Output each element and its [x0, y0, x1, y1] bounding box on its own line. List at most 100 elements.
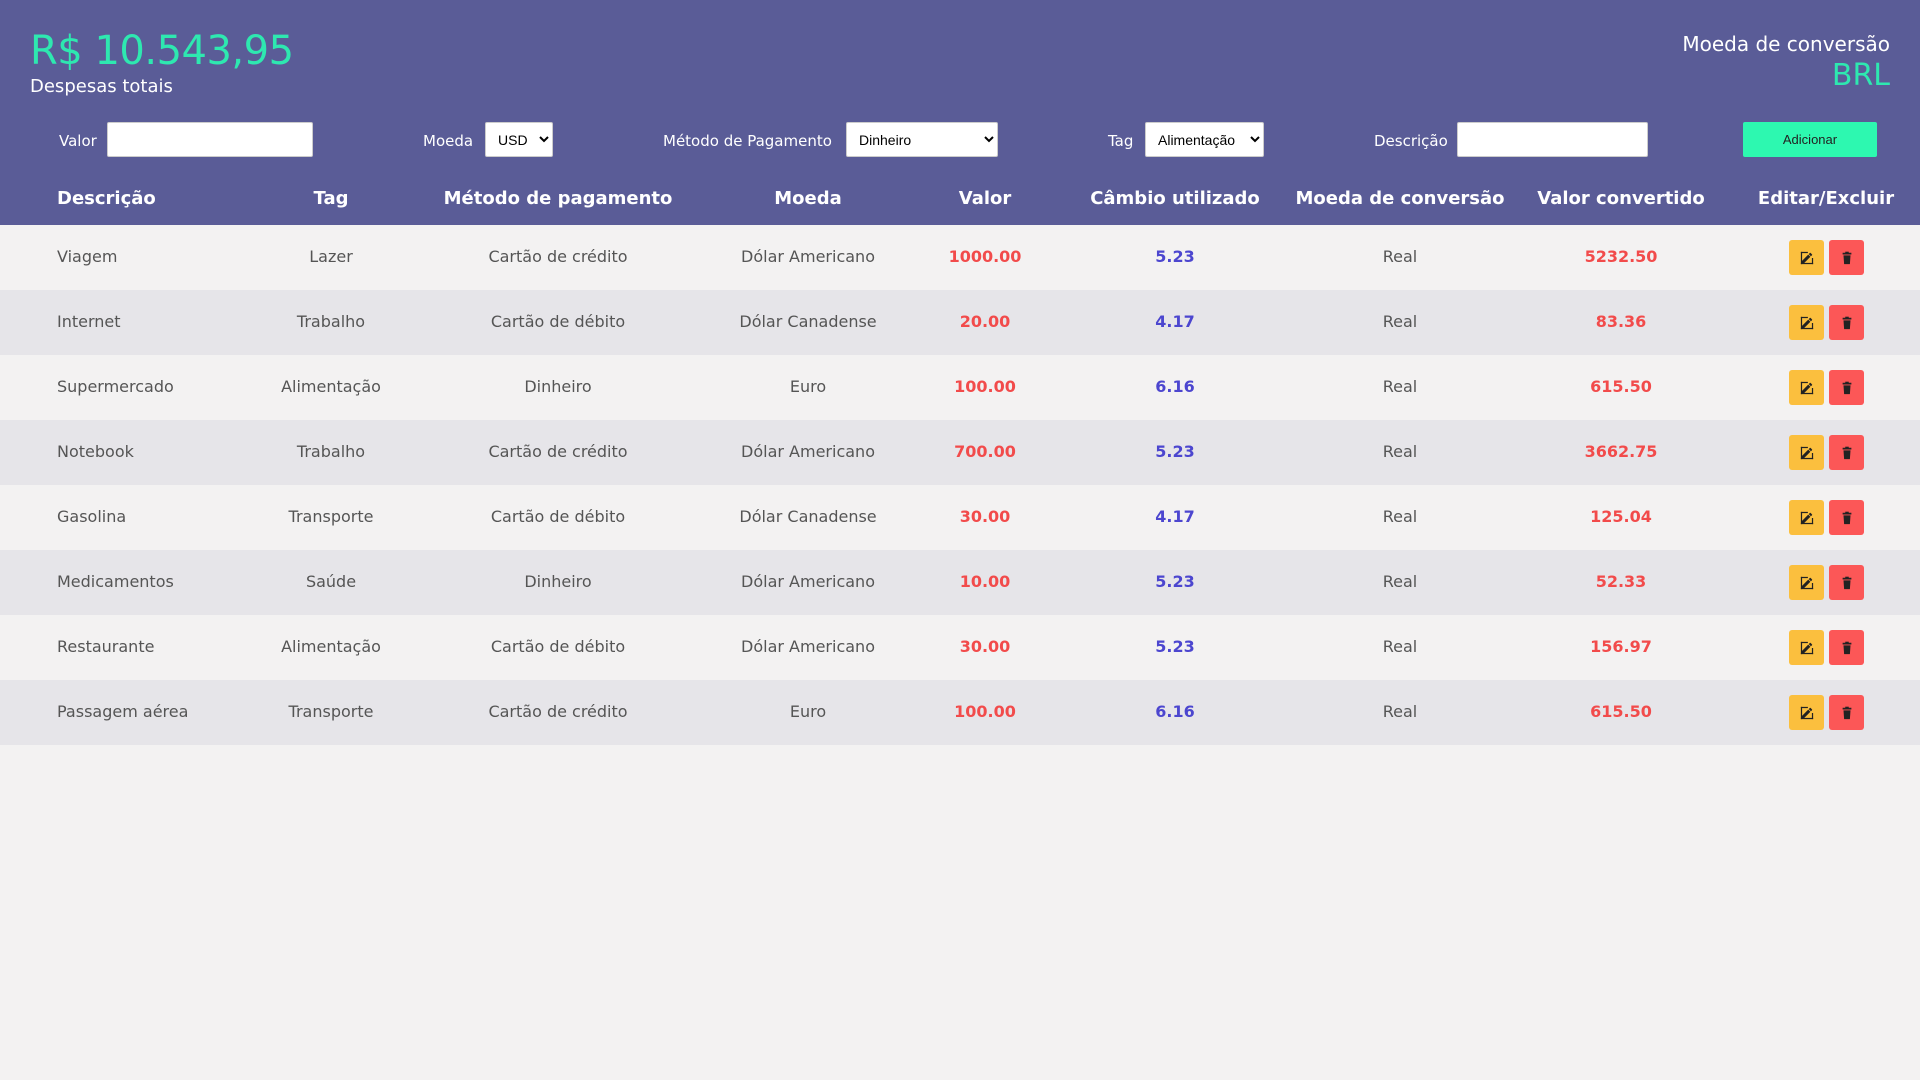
edit-button[interactable]: [1789, 305, 1824, 340]
header-valor-convertido: Valor convertido: [1537, 188, 1705, 209]
cell-metodo: Cartão de crédito: [488, 442, 628, 461]
edit-icon: [1800, 381, 1813, 394]
cell-valor: 100.00: [954, 702, 1016, 721]
cell-moeda-conversao: Real: [1382, 702, 1418, 721]
trash-icon: [1842, 511, 1851, 524]
delete-button[interactable]: [1829, 565, 1864, 600]
delete-button[interactable]: [1829, 630, 1864, 665]
cell-metodo: Cartão de débito: [490, 507, 626, 526]
header-moeda: Moeda: [774, 188, 842, 209]
header-valor: Valor: [958, 188, 1012, 209]
conversion-currency: Moeda de conversão BRL: [1682, 32, 1890, 93]
cell-valor: 1000.00: [948, 247, 1022, 266]
add-expense-button[interactable]: Adicionar: [1743, 122, 1877, 157]
edit-button[interactable]: [1789, 630, 1824, 665]
table-header: Descrição Tag Método de pagamento Moeda …: [0, 188, 1920, 212]
cell-valor-convertido: 156.97: [1590, 637, 1652, 656]
delete-button[interactable]: [1829, 305, 1864, 340]
total-label: Despesas totais: [30, 76, 173, 97]
moeda-select[interactable]: USD: [485, 122, 553, 157]
edit-icon: [1800, 511, 1813, 524]
header-descricao: Descrição: [57, 188, 156, 209]
app-header: R$ 10.543,95 Despesas totais Moeda de co…: [0, 0, 1920, 225]
table-row: Notebook Trabalho Cartão de crédito Dólar A…: [0, 420, 1920, 485]
cell-moeda-conversao: Real: [1382, 637, 1418, 656]
cell-moeda-conversao: Real: [1382, 377, 1418, 396]
cell-cambio: 4.17: [1155, 507, 1195, 526]
metodo-select[interactable]: Dinheiro: [846, 122, 998, 157]
cell-valor-convertido: 615.50: [1590, 377, 1652, 396]
trash-icon: [1842, 706, 1851, 719]
cell-valor-convertido: 125.04: [1590, 507, 1652, 526]
edit-icon: [1800, 446, 1813, 459]
cell-tag: Transporte: [288, 702, 374, 721]
cell-tag: Lazer: [309, 247, 353, 266]
cell-moeda: Dólar Americano: [741, 572, 875, 591]
cell-metodo: Dinheiro: [524, 377, 592, 396]
cell-valor: 20.00: [959, 312, 1011, 331]
cell-descricao: Viagem: [57, 247, 118, 266]
edit-icon: [1800, 641, 1813, 654]
cell-descricao: Gasolina: [57, 507, 127, 526]
trash-icon: [1842, 251, 1851, 264]
cell-valor: 10.00: [959, 572, 1011, 591]
table-row: Passagem aérea Transporte Cartão de crédit…: [0, 680, 1920, 745]
edit-button[interactable]: [1789, 500, 1824, 535]
cell-descricao: Medicamentos: [57, 572, 174, 591]
table-row: Restaurante Alimentação Cartão de débito Dó…: [0, 615, 1920, 680]
tag-select[interactable]: Alimentação: [1145, 122, 1264, 157]
delete-button[interactable]: [1829, 695, 1864, 730]
edit-button[interactable]: [1789, 240, 1824, 275]
cell-tag: Saúde: [305, 572, 357, 591]
delete-button[interactable]: [1829, 435, 1864, 470]
cell-descricao: Notebook: [57, 442, 134, 461]
cell-cambio: 5.23: [1155, 247, 1195, 266]
trash-icon: [1842, 446, 1851, 459]
cell-metodo: Dinheiro: [524, 572, 592, 591]
expense-table-body: Viagem Lazer Cartão de crédito Dólar Americ…: [0, 225, 1920, 745]
table-row: Viagem Lazer Cartão de crédito Dólar Americ…: [0, 225, 1920, 290]
trash-icon: [1842, 576, 1851, 589]
cell-valor: 700.00: [954, 442, 1016, 461]
header-metodo: Método de pagamento: [443, 188, 673, 209]
cell-cambio: 6.16: [1155, 377, 1195, 396]
cell-tag: Trabalho: [296, 312, 366, 331]
cell-valor: 100.00: [954, 377, 1016, 396]
cell-moeda: Dólar Canadense: [739, 312, 877, 331]
cell-metodo: Cartão de débito: [490, 637, 626, 656]
header-tag: Tag: [313, 188, 349, 209]
edit-button[interactable]: [1789, 435, 1824, 470]
descricao-input[interactable]: [1457, 122, 1648, 157]
edit-button[interactable]: [1789, 565, 1824, 600]
cell-metodo: Cartão de crédito: [488, 702, 628, 721]
descricao-label: Descrição: [1374, 132, 1448, 150]
cell-moeda-conversao: Real: [1382, 507, 1418, 526]
total-value: R$ 10.543,95: [30, 28, 294, 74]
cell-cambio: 6.16: [1155, 702, 1195, 721]
cell-descricao: Supermercado: [57, 377, 174, 396]
cell-moeda-conversao: Real: [1382, 442, 1418, 461]
delete-button[interactable]: [1829, 500, 1864, 535]
cell-cambio: 5.23: [1155, 572, 1195, 591]
edit-button[interactable]: [1789, 370, 1824, 405]
edit-icon: [1800, 251, 1813, 264]
table-row: Internet Trabalho Cartão de débito Dólar Ca…: [0, 290, 1920, 355]
delete-button[interactable]: [1829, 240, 1864, 275]
expense-form: Valor Moeda USD Método de Pagamento Dinh…: [0, 122, 1920, 158]
cell-moeda: Euro: [789, 702, 827, 721]
delete-button[interactable]: [1829, 370, 1864, 405]
edit-icon: [1800, 706, 1813, 719]
cell-moeda-conversao: Real: [1382, 572, 1418, 591]
cell-moeda: Euro: [789, 377, 827, 396]
cell-moeda: Dólar Americano: [741, 247, 875, 266]
table-row: Medicamentos Saúde Dinheiro Dólar Americano…: [0, 550, 1920, 615]
cell-descricao: Internet: [57, 312, 121, 331]
edit-button[interactable]: [1789, 695, 1824, 730]
cell-metodo: Cartão de crédito: [488, 247, 628, 266]
header-moeda-conversao: Moeda de conversão: [1295, 188, 1505, 209]
trash-icon: [1842, 641, 1851, 654]
valor-input[interactable]: [107, 122, 313, 157]
cell-moeda: Dólar Americano: [741, 637, 875, 656]
conversion-value: BRL: [1831, 58, 1890, 93]
cell-tag: Trabalho: [296, 442, 366, 461]
